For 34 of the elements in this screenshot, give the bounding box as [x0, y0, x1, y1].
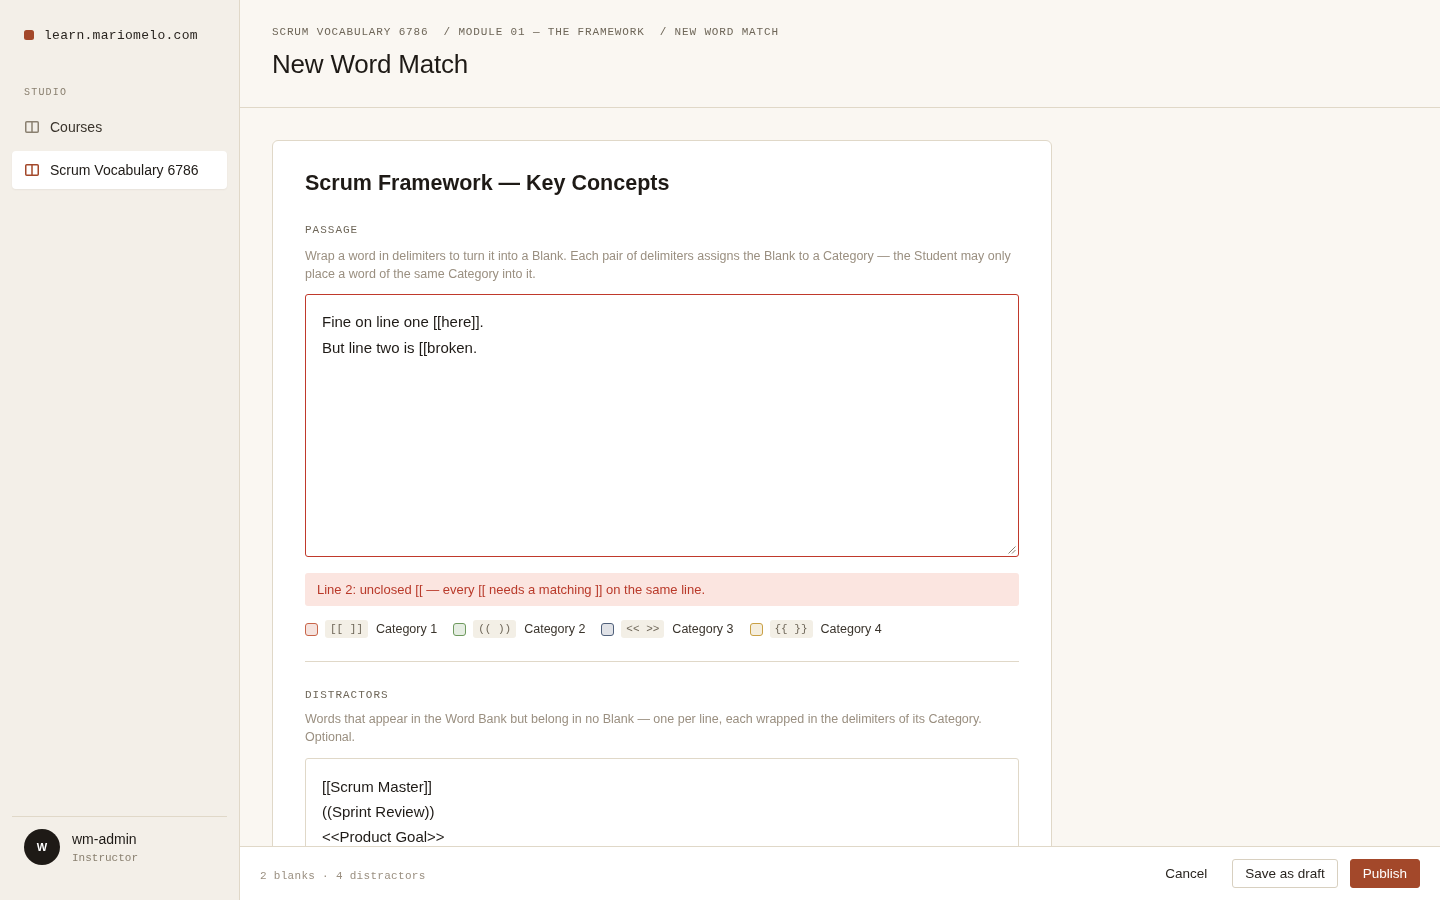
category-label: Category 4 — [820, 622, 882, 636]
current-page-label: / NEW WORD MATCH — [659, 25, 779, 39]
sidebar-item[interactable]: Scrum Vocabulary 6786 — [12, 151, 227, 189]
help-text: Words that appear in the Word Bank but belong in no Blank — one per line, each wrapped in the delimiters of its Category. Optional. — [305, 711, 983, 746]
section-label: STUDIO — [24, 86, 68, 100]
user-name: wm-admin — [72, 830, 137, 848]
user-avatar: W — [24, 829, 60, 865]
book-icon — [25, 164, 39, 176]
delimiter-chip: [[ ]] — [325, 620, 368, 638]
error-message: Line 2: unclosed [[ — every [[ needs a matching ]] on the same line. — [305, 573, 1019, 606]
save-draft-button[interactable]: Save as draft — [1232, 859, 1338, 888]
site-name: learn.mariomelo.com — [44, 27, 198, 43]
distractors-field[interactable]: [[Scrum Master]] ((Sprint Review)) <<Product Goal>> — [305, 758, 1019, 846]
breadcrumb-link[interactable]: / MODULE 01 — THE FRAMEWORK — [443, 25, 645, 39]
help-text: Wrap a word in delimiters to turn it into a Blank. Each pair of delimiters assigns the Blank to a Category — the Student may only place a word of the same Category into it. — [305, 248, 1012, 283]
card-title: Scrum Framework — Key Concepts — [305, 170, 670, 197]
delimiter-chip: {{ }} — [769, 620, 813, 638]
resize-grip-icon[interactable] — [1008, 546, 1016, 554]
category-label: Category 3 — [672, 622, 734, 636]
delimiter-chip: << >> — [621, 620, 665, 638]
cancel-button[interactable]: Cancel — [1152, 859, 1221, 888]
passage-field[interactable]: Fine on line one [[here]]. But line two is [[broken. — [305, 294, 1019, 557]
page-title: New Word Match — [272, 48, 469, 81]
summary-text: 2 blanks · 4 distractors — [260, 868, 426, 882]
category-label: Category 1 — [376, 622, 438, 636]
breadcrumb-link[interactable]: SCRUM VOCABULARY 6786 — [272, 25, 429, 39]
user-role: Instructor — [72, 851, 138, 866]
sidebar-item[interactable]: Courses — [12, 108, 227, 146]
book-icon — [25, 121, 39, 133]
field-label: DISTRACTORS — [305, 688, 389, 702]
publish-button[interactable]: Publish — [1349, 859, 1420, 888]
delimiter-chip: (( )) — [473, 620, 517, 638]
field-label: PASSAGE — [305, 223, 359, 237]
category-label: Category 2 — [524, 622, 586, 636]
